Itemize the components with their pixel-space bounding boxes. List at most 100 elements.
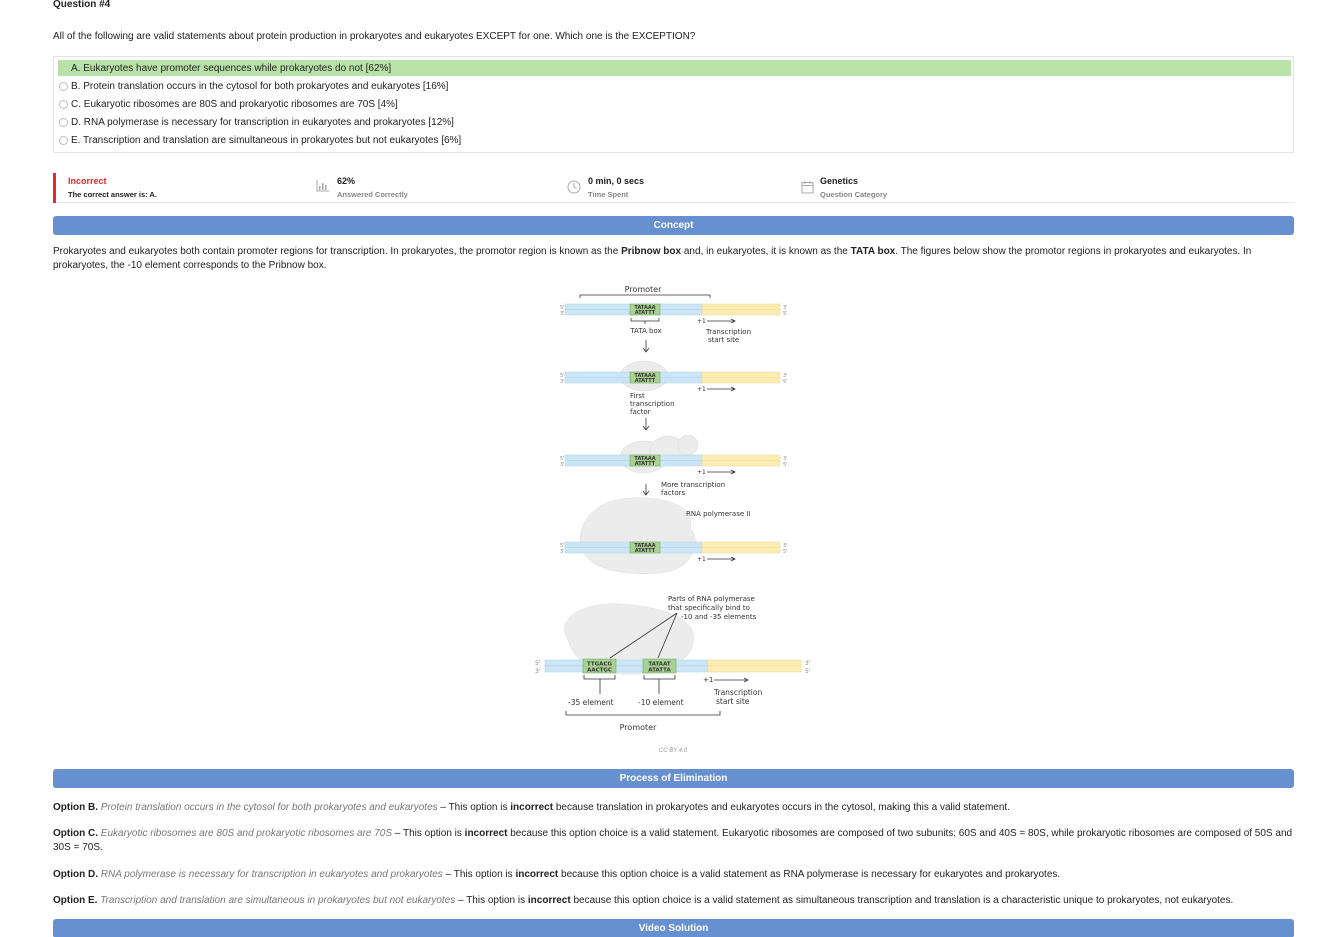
explanation-text: because translation in prokaryotes and e… [553, 802, 1010, 813]
answer-options: A. Eukaryotes have promoter sequences wh… [53, 56, 1294, 153]
explanation-text: – This option is [442, 869, 516, 880]
svg-text:3': 3' [560, 379, 565, 385]
promoter-label-top: Promoter [625, 285, 662, 294]
svg-text:AACTGC: AACTGC [587, 668, 612, 674]
result-stats: Incorrect The correct answer is: A. 62% … [53, 172, 1294, 203]
panel-3: TATAAA ATATTT 5' 3' 3' 5' +1 More transc… [560, 434, 788, 497]
option-quote: RNA polymerase is necessary for transcri… [100, 869, 443, 880]
incorrect-keyword: incorrect [515, 869, 559, 880]
promoter-label-bottom: Promoter [620, 723, 657, 732]
elimination-header: Process of Elimination [53, 769, 1294, 788]
explanation-text: – This option is [392, 828, 465, 839]
panel-2: TATAAA ATATTT 5' 3' 3' 5' +1 First trans… [560, 360, 788, 431]
option-label: E. Transcription and translation are sim… [71, 134, 462, 146]
correct-answer-text: The correct answer is: A. [68, 190, 157, 199]
minus10-label: -10 element [638, 698, 684, 707]
svg-text:3': 3' [535, 668, 541, 675]
tata-box-term: TATA box [850, 246, 896, 257]
option-ref: Option D. [53, 869, 98, 880]
option-label: A. Eukaryotes have promoter sequences wh… [71, 62, 392, 74]
elimination-item: Option C. Eukaryotic ribosomes are 80S a… [53, 827, 1294, 855]
pribnow-box-term: Pribnow box [621, 246, 682, 257]
svg-text:5': 5' [783, 549, 788, 555]
svg-text:5': 5' [805, 668, 811, 675]
svg-text:start site: start site [716, 697, 750, 706]
category-value: Genetics [820, 176, 859, 186]
video-solution-header[interactable]: Video Solution [53, 919, 1294, 937]
concept-text: Prokaryotes and eukaryotes both contain … [53, 245, 1294, 273]
calendar-icon [801, 181, 814, 194]
svg-text:+1: +1 [703, 676, 713, 684]
svg-text:5': 5' [783, 311, 788, 317]
svg-text:ATATTA: ATATTA [648, 668, 671, 674]
option-label: D. RNA polymerase is necessary for trans… [71, 116, 454, 128]
explanation-text: because this option choice is a valid st… [570, 895, 1234, 906]
option-quote: Transcription and translation are simult… [100, 895, 456, 906]
incorrect-keyword: incorrect [464, 828, 508, 839]
transcription-start-label-2: Transcription [713, 688, 762, 697]
elimination-item: Option B. Protein translation occurs in … [53, 801, 1294, 815]
svg-text:3': 3' [560, 311, 565, 317]
tata-box-label: TATA box [629, 327, 661, 335]
minus35-label: -35 element [568, 698, 614, 707]
svg-text:factor: factor [630, 408, 651, 416]
option-b[interactable]: B. Protein translation occurs in the cyt… [58, 78, 1291, 94]
option-label: C. Eukaryotic ribosomes are 80S and prok… [71, 98, 398, 110]
time-spent-value: 0 min, 0 secs [588, 176, 645, 186]
status-text: Incorrect [68, 176, 107, 186]
clock-icon [567, 180, 581, 194]
bar-chart-icon [316, 180, 329, 192]
explanation-text: because this option choice is a valid st… [558, 869, 1061, 880]
option-ref: Option B. [53, 802, 98, 813]
explanation-text: – This option is [437, 802, 511, 813]
elimination-item: Option E. Transcription and translation … [53, 894, 1294, 908]
panel-5: Parts of RNA polymerase that specificall… [535, 595, 811, 732]
more-tf-label: More transcription [661, 481, 725, 489]
concept-header: Concept [53, 216, 1294, 235]
svg-text:ATATTT: ATATTT [635, 461, 656, 467]
option-quote: Eukaryotic ribosomes are 80S and prokary… [100, 828, 393, 839]
svg-text:3': 3' [560, 462, 565, 468]
radio-icon[interactable] [59, 135, 68, 145]
question-number: Question #4 [53, 0, 111, 10]
panel-1: Promoter TATAAA ATATTT 5' 3' 3' 5' TATA … [560, 285, 788, 353]
svg-text:5': 5' [783, 379, 788, 385]
percent-correct-stat: 62% Answered Correctly [337, 176, 408, 199]
svg-text:3': 3' [560, 549, 565, 555]
svg-text:transcription: transcription [630, 400, 675, 408]
svg-text:ATATTT: ATATTT [635, 310, 656, 316]
svg-text:5': 5' [783, 462, 788, 468]
radio-icon[interactable] [59, 99, 68, 109]
first-tf-label: First [630, 392, 645, 400]
radio-icon[interactable] [59, 81, 68, 91]
percent-correct-label: Answered Correctly [337, 190, 408, 199]
transcription-start-label: Transcription [705, 328, 751, 336]
incorrect-keyword: incorrect [527, 895, 571, 906]
svg-text:-10 and -35 elements: -10 and -35 elements [681, 613, 757, 621]
option-quote: Protein translation occurs in the cytoso… [100, 802, 438, 813]
svg-text:+1: +1 [697, 386, 706, 393]
figure-credit: CC BY 4.0 [658, 748, 688, 754]
question-stem: All of the following are valid statement… [53, 31, 696, 42]
svg-text:factors: factors [661, 489, 686, 497]
option-ref: Option E. [53, 895, 98, 906]
svg-text:5': 5' [535, 660, 541, 667]
option-c[interactable]: C. Eukaryotic ribosomes are 80S and prok… [58, 96, 1291, 112]
category-stat: Genetics Question Category [820, 176, 887, 199]
svg-text:+1: +1 [697, 318, 706, 325]
svg-text:ATATTT: ATATTT [635, 548, 656, 554]
svg-text:start site: start site [708, 336, 739, 344]
time-spent-label: Time Spent [588, 190, 629, 199]
option-d[interactable]: D. RNA polymerase is necessary for trans… [58, 114, 1291, 130]
incorrect-keyword: incorrect [510, 802, 554, 813]
incorrect-indicator-bar [53, 173, 56, 203]
svg-text:+1: +1 [697, 469, 706, 476]
option-label: B. Protein translation occurs in the cyt… [71, 80, 449, 92]
option-e[interactable]: E. Transcription and translation are sim… [58, 132, 1291, 148]
promoter-figure: Promoter TATAAA ATATTT 5' 3' 3' 5' TATA … [530, 280, 820, 750]
panel-4: TATAAA ATATTT 5' 3' 3' 5' +1 RNA polymer… [560, 497, 788, 574]
option-a[interactable]: A. Eukaryotes have promoter sequences wh… [58, 60, 1291, 76]
radio-icon[interactable] [59, 117, 68, 127]
time-spent-stat: 0 min, 0 secs Time Spent [588, 176, 644, 199]
svg-text:that specifically bind to: that specifically bind to [668, 604, 750, 612]
